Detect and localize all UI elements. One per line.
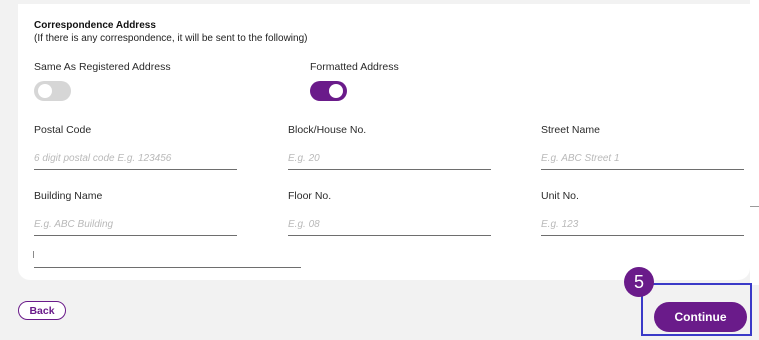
postal-code-field (34, 147, 237, 170)
building-name-input[interactable] (34, 213, 237, 235)
block-house-label: Block/House No. (288, 124, 367, 136)
building-name-field (34, 213, 237, 236)
block-house-input[interactable] (288, 147, 491, 169)
same-as-registered-toggle[interactable] (34, 81, 71, 101)
postal-code-label: Postal Code (34, 124, 92, 136)
unit-no-label: Unit No. (541, 190, 579, 202)
step-number-badge: 5 (624, 267, 654, 297)
floor-no-input[interactable] (288, 213, 491, 235)
right-edge-divider (750, 206, 759, 207)
section-title: Correspondence Address (34, 20, 156, 31)
street-name-field (541, 147, 744, 170)
text-cursor (33, 251, 34, 258)
street-name-label: Street Name (541, 124, 600, 136)
same-as-registered-label: Same As Registered Address (34, 61, 171, 73)
building-name-label: Building Name (34, 190, 103, 202)
floor-no-label: Floor No. (288, 190, 332, 202)
unit-no-input[interactable] (541, 213, 744, 235)
formatted-address-toggle[interactable] (310, 81, 347, 101)
toggle-knob (38, 84, 52, 98)
right-edge-panel (750, 0, 759, 285)
toggle-knob (329, 84, 343, 98)
address-form-card (18, 4, 750, 280)
formatted-address-label: Formatted Address (310, 61, 399, 73)
back-button[interactable]: Back (18, 301, 66, 320)
unit-no-field (541, 213, 744, 236)
address-line-field (34, 245, 301, 268)
postal-code-input[interactable] (34, 147, 237, 169)
address-line-input[interactable] (34, 245, 301, 267)
continue-button[interactable]: Continue (654, 302, 747, 332)
street-name-input[interactable] (541, 147, 744, 169)
section-subtitle: (If there is any correspondence, it will… (34, 33, 308, 44)
block-house-field (288, 147, 491, 170)
floor-no-field (288, 213, 491, 236)
